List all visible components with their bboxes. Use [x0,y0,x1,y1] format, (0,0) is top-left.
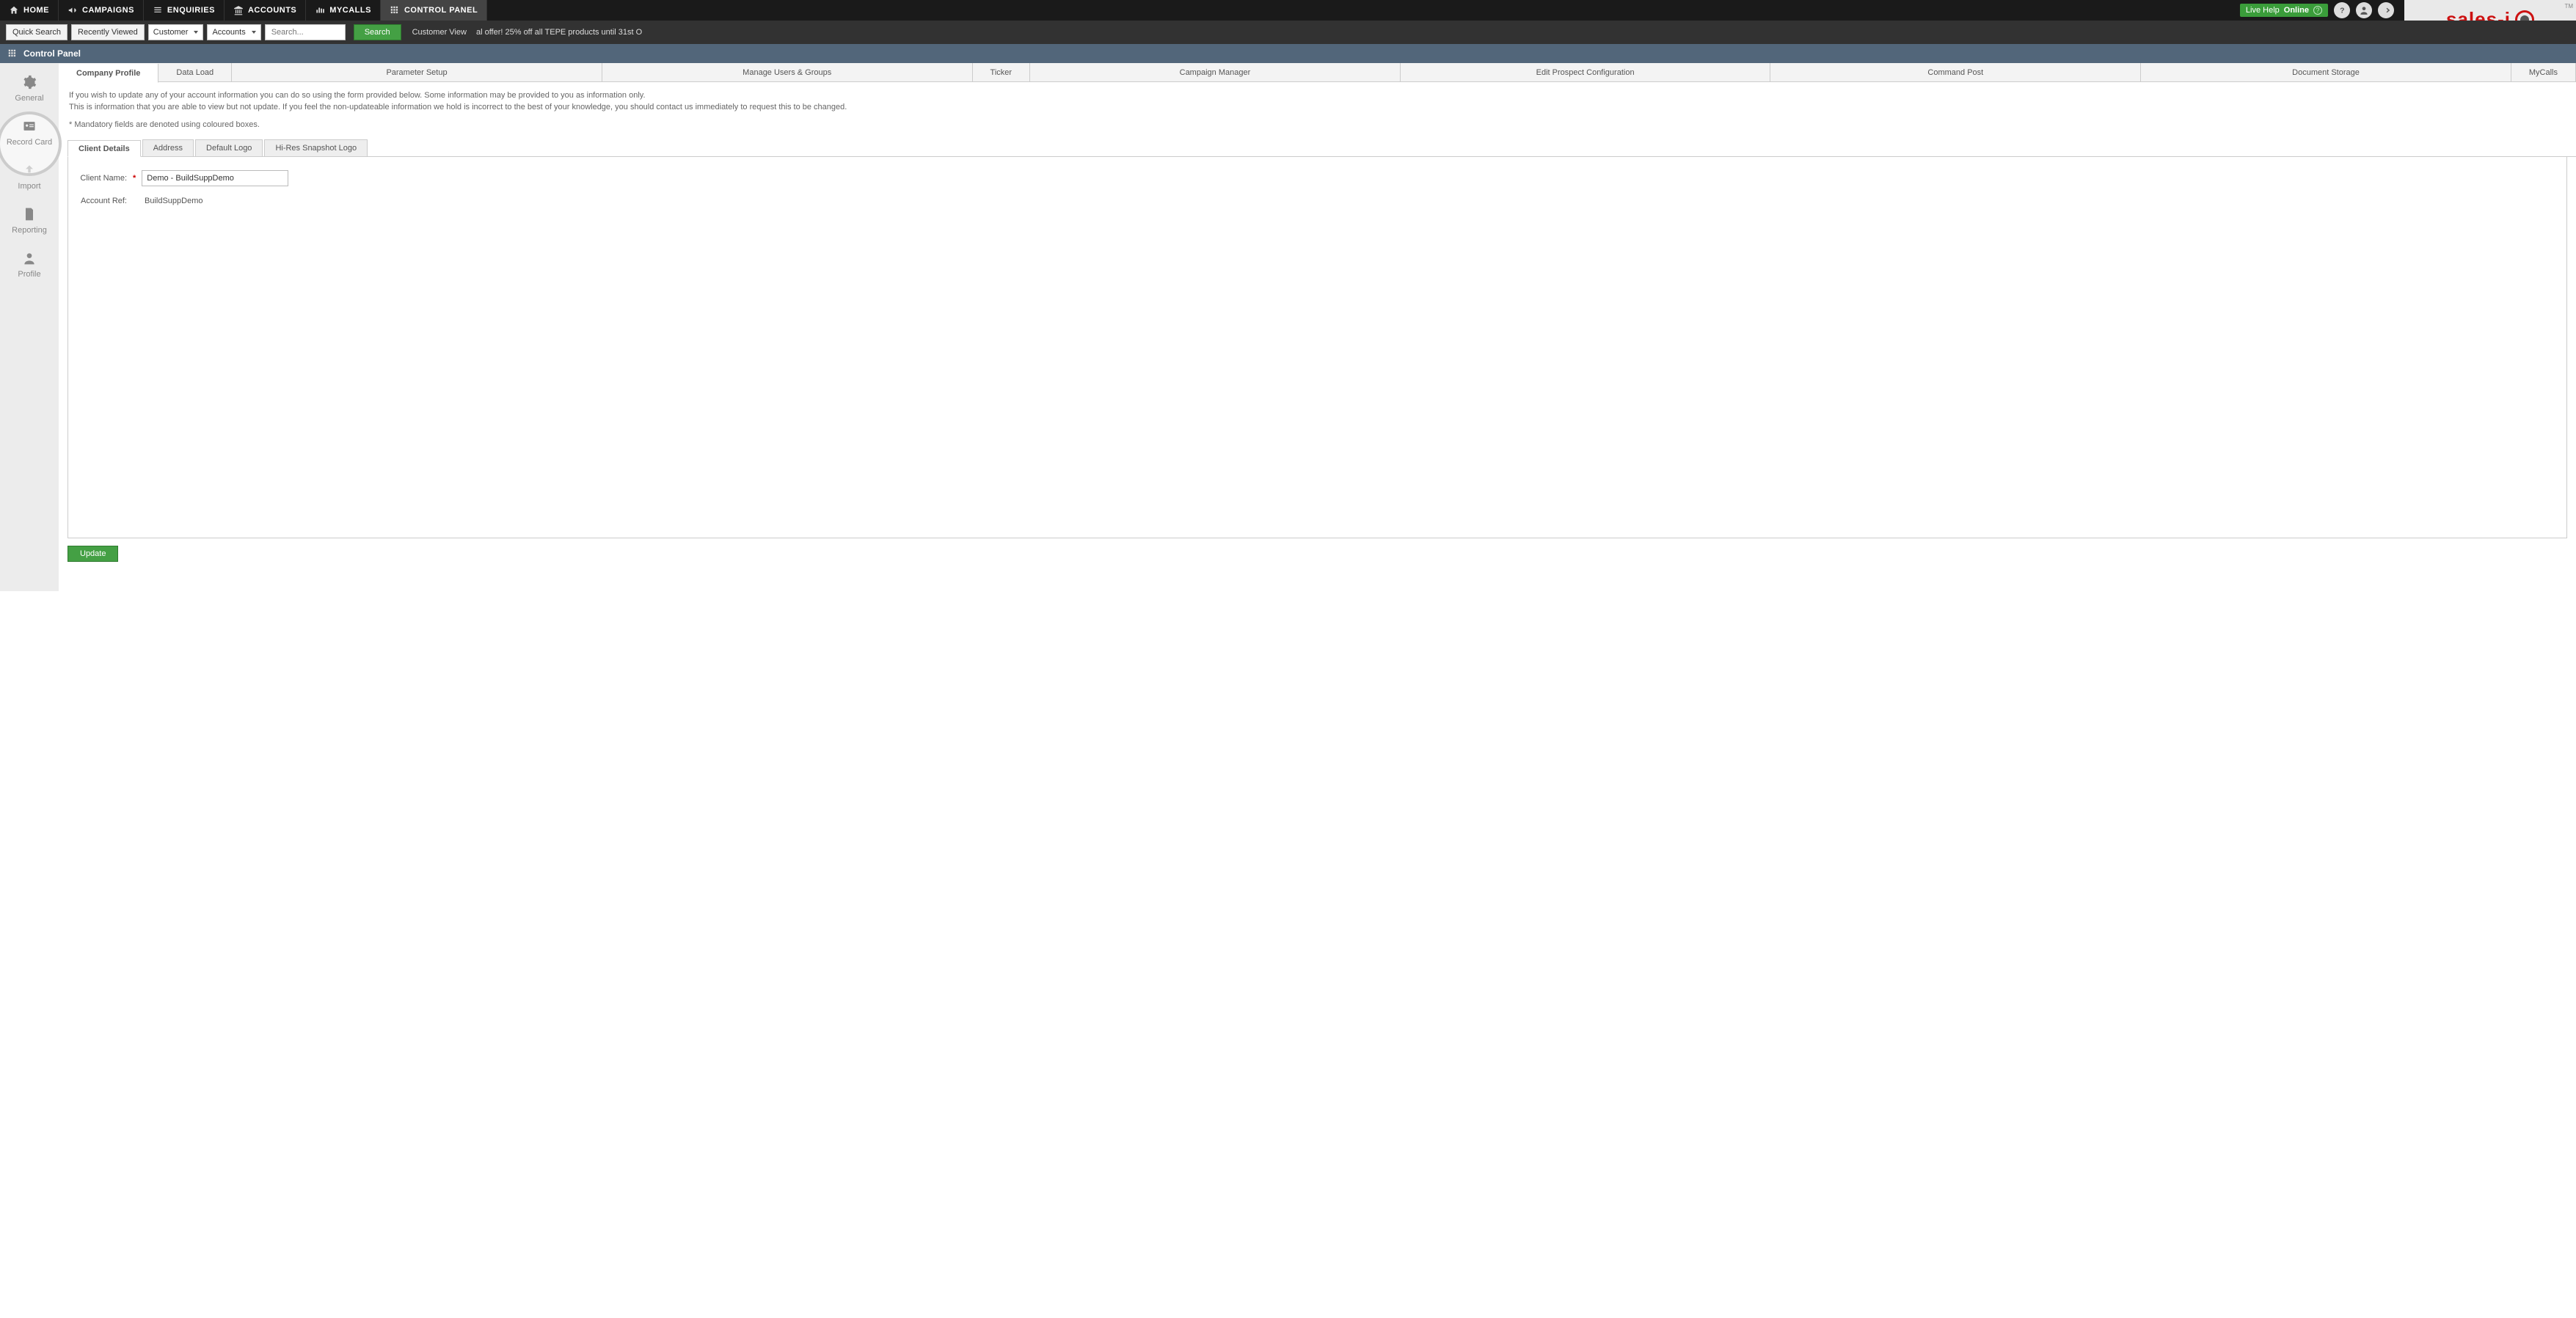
tab-edit-prospect[interactable]: Edit Prospect Configuration [1401,63,1771,81]
bank-icon [233,5,244,15]
sidebar-item-record-card[interactable]: Record Card [0,114,59,155]
nav-label: CONTROL PANEL [404,6,478,15]
top-nav-bar: HOME CAMPAIGNS ENQUIRIES ACCOUNTS MYCALL… [0,0,2576,21]
document-icon [22,207,37,222]
tab-document-storage[interactable]: Document Storage [2141,63,2511,81]
dropdown-label: Customer [153,28,189,37]
mandatory-note: * Mandatory fields are denoted using col… [69,119,2566,131]
sidebar-label: Reporting [12,226,47,235]
form-area: Client Name: * Account Ref: BuildSuppDem… [67,157,2567,538]
subtabs: Client Details Address Default Logo Hi-R… [67,139,2576,157]
forward-button[interactable] [2378,2,2394,18]
nav-enquiries[interactable]: ENQUIRIES [144,0,225,21]
tab-campaign-manager[interactable]: Campaign Manager [1030,63,1401,81]
update-button[interactable]: Update [67,546,118,562]
sidebar-item-profile[interactable]: Profile [0,246,59,288]
search-button[interactable]: Search [354,24,401,40]
nav-label: CAMPAIGNS [82,6,134,15]
client-name-label: Client Name: [76,174,127,183]
breadcrumb-title: Control Panel [23,48,81,59]
dropdown-label: Accounts [212,28,245,37]
tab-mycalls[interactable]: MyCalls [2511,63,2576,81]
grid-icon [7,48,18,59]
user-icon [22,251,37,266]
info-text: If you wish to update any of your accoun… [59,82,2576,133]
sidebar-item-reporting[interactable]: Reporting [0,202,59,244]
tab-data-load[interactable]: Data Load [158,63,232,81]
nav-label: HOME [23,6,49,15]
subtab-client-details[interactable]: Client Details [67,140,141,157]
customer-dropdown[interactable]: Customer [148,24,204,40]
subtab-default-logo[interactable]: Default Logo [195,139,263,156]
tab-parameter-setup[interactable]: Parameter Setup [232,63,602,81]
left-sidebar: General Record Card Import Reporting Pro… [0,63,59,591]
card-icon [22,119,37,133]
live-help-badge[interactable]: Live Help Online ? [2240,4,2328,17]
customer-view-label: Customer View [412,28,467,37]
tab-company-profile[interactable]: Company Profile [59,64,158,83]
client-name-input[interactable] [142,170,288,186]
breadcrumb: Control Panel [0,44,2576,63]
sidebar-label: Import [18,182,40,191]
section-tabs: Company Profile Data Load Parameter Setu… [59,63,2576,82]
home-icon [9,5,19,15]
svg-text:?: ? [2340,7,2344,15]
nav-home[interactable]: HOME [0,0,59,21]
live-help-status: Online [2284,6,2309,15]
help-icon: ? [2337,5,2347,15]
sidebar-item-general[interactable]: General [0,70,59,111]
list-icon [153,5,163,15]
gear-icon [22,75,37,89]
nav-label: ACCOUNTS [248,6,296,15]
required-mark: * [133,174,136,183]
nav-label: MYCALLS [329,6,371,15]
caret-down-icon [252,31,256,34]
search-input[interactable] [265,24,346,40]
subtab-address[interactable]: Address [142,139,194,156]
sidebar-label: Record Card [7,138,52,147]
live-help-prefix: Live Help [2246,6,2280,15]
tab-manage-users[interactable]: Manage Users & Groups [602,63,973,81]
nav-mycalls[interactable]: MYCALLS [306,0,381,21]
user-icon [2359,5,2369,15]
nav-campaigns[interactable]: CAMPAIGNS [59,0,144,21]
sidebar-label: Profile [18,270,40,279]
grid-icon [390,5,400,15]
ticker-text: al offer! 25% off all TEPE products unti… [476,28,642,37]
quick-search-button[interactable]: Quick Search [6,24,67,40]
accounts-dropdown[interactable]: Accounts [207,24,260,40]
account-ref-label: Account Ref: [76,197,127,205]
logo-tm: TM [2564,3,2573,10]
info-line-1: If you wish to update any of your accoun… [69,89,2566,101]
arrow-right-icon [2381,5,2391,15]
question-circle-icon: ? [2313,6,2322,15]
recently-viewed-button[interactable]: Recently Viewed [71,24,145,40]
tab-ticker[interactable]: Ticker [973,63,1031,81]
tab-command-post[interactable]: Command Post [1770,63,2141,81]
search-toolbar: Quick Search Recently Viewed Customer Ac… [0,21,2576,44]
help-button[interactable]: ? [2334,2,2350,18]
subtab-hires-logo[interactable]: Hi-Res Snapshot Logo [264,139,368,156]
nav-control-panel[interactable]: CONTROL PANEL [381,0,487,21]
info-line-2: This is information that you are able to… [69,101,2566,113]
top-nav: HOME CAMPAIGNS ENQUIRIES ACCOUNTS MYCALL… [0,0,487,21]
nav-accounts[interactable]: ACCOUNTS [225,0,306,21]
megaphone-icon [67,5,78,15]
caret-down-icon [194,31,198,34]
nav-label: ENQUIRIES [167,6,215,15]
sidebar-label: General [15,94,43,103]
chart-icon [315,5,325,15]
account-ref-value: BuildSuppDemo [145,197,203,205]
user-button[interactable] [2356,2,2372,18]
